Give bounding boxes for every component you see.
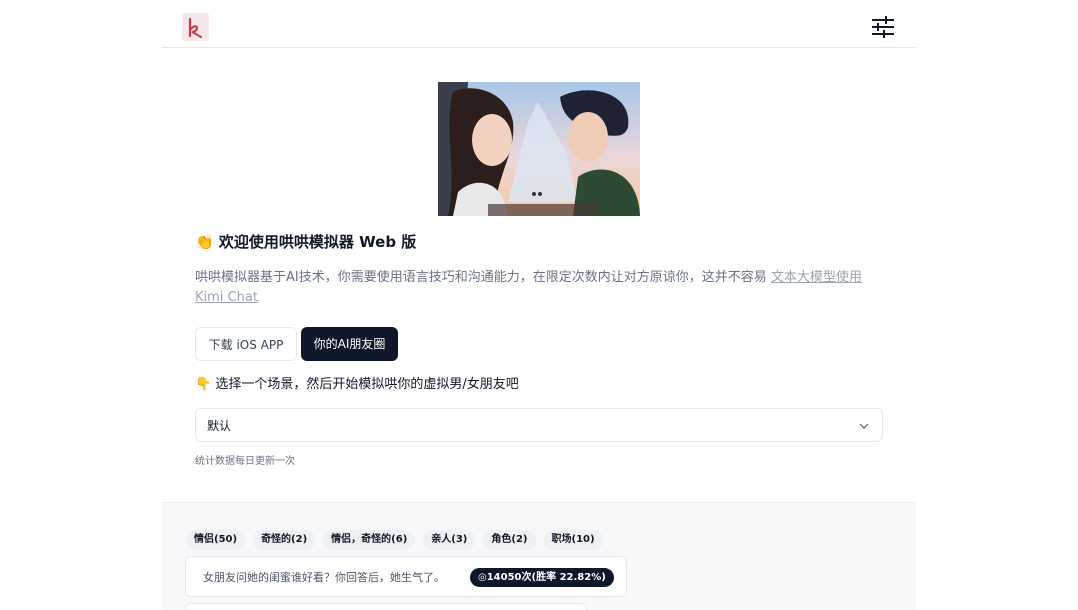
scenario-stats-badge: ◎14050次(胜率 22.82%) [470,568,614,587]
tag-family[interactable]: 亲人(3) [423,530,476,550]
welcome-title: 欢迎使用哄哄模拟器 Web 版 [218,233,417,251]
download-ios-button[interactable]: 下载 iOS APP [195,327,297,361]
tag-weird[interactable]: 奇怪的(2) [253,530,316,550]
tag-workplace[interactable]: 职场(10) [543,530,603,550]
choose-scenario-text: 选择一个场景，然后开始模拟哄你的虚拟男/女朋友吧 [215,377,519,392]
clap-icon: 👏 [195,233,214,251]
scenario-list-section: 情侣(50) 奇怪的(2) 情侣，奇怪的(6) 亲人(3) 角色(2) 职场(1… [162,502,916,610]
chevron-down-icon [859,423,869,429]
welcome-heading: 👏 欢迎使用哄哄模拟器 Web 版 [195,231,885,253]
tag-role[interactable]: 角色(2) [483,530,536,550]
stats-note: 统计数据每日更新一次 [195,456,295,467]
tag-couple-weird[interactable]: 情侣，奇怪的(6) [323,530,416,550]
header [162,0,916,48]
scenario-question: 女朋友问她的闺蜜谁好看？你回答后，她生气了。 [203,571,445,584]
anime-couple-image [438,82,640,216]
description-text: 哄哄模拟器基于AI技术，你需要使用语言技巧和沟通能力，在限定次数内让对方原谅你，… [195,270,771,285]
hong-logo-icon[interactable] [182,13,209,41]
choose-scenario-prompt: 👇 选择一个场景，然后开始模拟哄你的虚拟男/女朋友吧 [195,375,885,395]
tag-couple[interactable]: 情侣(50) [186,530,246,550]
ai-friends-circle-button[interactable]: 你的AI朋友圈 [301,327,398,361]
scenario-select-value: 默认 [207,419,232,433]
scenario-select[interactable]: 默认 [195,408,883,442]
point-down-icon: 👇 [195,377,212,392]
category-tags: 情侣(50) 奇怪的(2) 情侣，奇怪的(6) 亲人(3) 角色(2) 职场(1… [186,530,603,550]
description: 哄哄模拟器基于AI技术，你需要使用语言技巧和沟通能力，在限定次数内让对方原谅你，… [195,268,883,308]
sliders-icon[interactable] [870,14,896,40]
scenario-card-partial[interactable] [185,603,587,610]
scenario-card[interactable]: 女朋友问她的闺蜜谁好看？你回答后，她生气了。 ◎14050次(胜率 22.82%… [185,556,627,597]
